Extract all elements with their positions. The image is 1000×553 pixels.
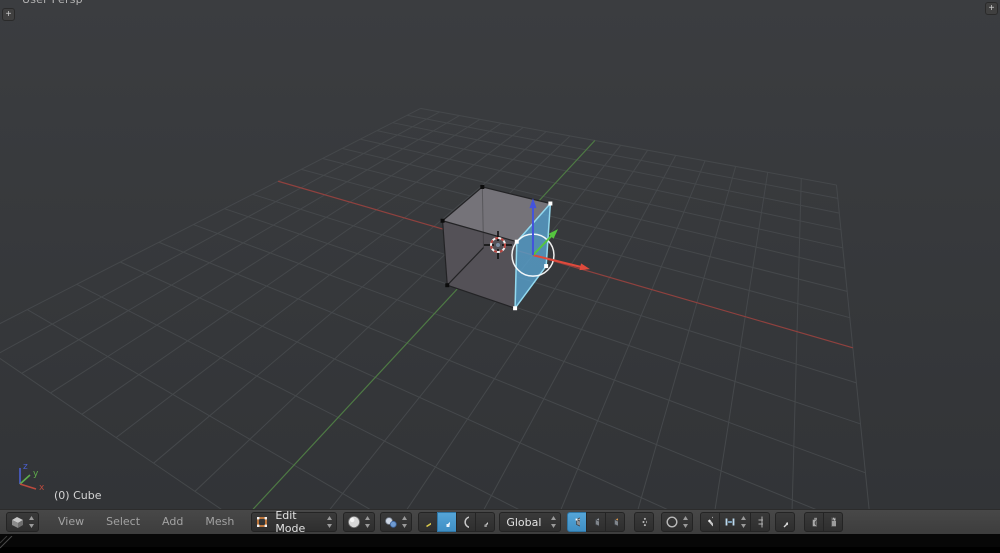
expand-toolshelf-button[interactable]: + <box>2 8 15 21</box>
opengl-render-image-button[interactable] <box>804 512 824 532</box>
vertex-select-icon <box>574 515 580 529</box>
select-mode-edge-button[interactable] <box>586 512 606 532</box>
expand-properties-button[interactable]: + <box>985 2 998 15</box>
scale-icon <box>482 515 488 529</box>
viewport-shading-dropdown[interactable] <box>343 512 375 532</box>
proportional-editing-dropdown[interactable] <box>661 512 693 532</box>
edge-select-icon <box>593 515 599 529</box>
face-select-icon <box>612 515 618 529</box>
camera-render-icon <box>811 515 817 529</box>
opengl-render-animation-button[interactable] <box>823 512 843 532</box>
viewport-header: ViewSelectAddMesh Edit Mode <box>0 509 1000 534</box>
dropdown-arrows-icon <box>401 515 408 529</box>
view-name-label: User Persp <box>22 0 83 6</box>
3d-viewport[interactable]: zyx User Persp (0) Cube + + <box>0 0 1000 509</box>
mini-axis-z-label: z <box>23 462 28 472</box>
dropdown-arrows-icon <box>364 515 371 529</box>
world-axes <box>241 140 853 509</box>
orientation-label: Global <box>503 516 547 529</box>
grid-floor <box>0 108 917 509</box>
opengl-render-group <box>804 512 843 532</box>
rotate-arc-icon <box>463 515 469 529</box>
menu-view[interactable]: View <box>47 510 95 534</box>
pivot-point-icon <box>384 515 398 529</box>
3d-view-editor-icon <box>10 515 25 529</box>
header-menubar: ViewSelectAddMesh <box>47 510 245 534</box>
automerge-arrows-icon <box>782 515 788 529</box>
snap-group <box>700 512 770 532</box>
mini-axis-x-label: x <box>39 483 45 493</box>
manipulator-group <box>418 512 495 532</box>
automerge-toggle-button[interactable] <box>775 512 795 532</box>
mini-axis-gizmo: zyx <box>20 462 45 493</box>
clapperboard-icon <box>830 515 836 529</box>
dropdown-arrows-icon <box>326 515 333 529</box>
active-object-label: (0) Cube <box>54 489 101 502</box>
transform-orientation-dropdown[interactable]: Global <box>499 512 561 532</box>
viewport-shading-sphere-icon <box>347 515 361 529</box>
dropdown-arrows-icon <box>740 515 747 529</box>
select-mode-group <box>567 512 625 532</box>
snap-toggle-button[interactable] <box>700 512 720 532</box>
editor-type-selector[interactable] <box>6 512 39 532</box>
limit-selection-to-visible-button[interactable] <box>634 512 654 532</box>
proportional-editing-icon <box>665 515 679 529</box>
manipulator-rotate-button[interactable] <box>456 512 476 532</box>
dropdown-arrows-icon <box>550 515 557 529</box>
magnet-icon <box>707 515 713 529</box>
area-corner-grip[interactable] <box>0 536 22 549</box>
menu-mesh[interactable]: Mesh <box>194 510 245 534</box>
absolute-grid-snap-button[interactable] <box>750 512 770 532</box>
dropdown-arrows-icon <box>682 515 689 529</box>
mini-axis-y-label: y <box>33 469 39 479</box>
manipulator-widget-button[interactable] <box>418 512 438 532</box>
occlude-geometry-icon <box>641 515 647 529</box>
manipulator-scale-button[interactable] <box>475 512 495 532</box>
dropdown-arrows-icon <box>28 515 35 529</box>
pivot-point-dropdown[interactable] <box>380 512 412 532</box>
edit-mode-cube-icon <box>255 515 269 529</box>
bottom-editor-strip <box>0 534 1000 547</box>
snap-element-dropdown[interactable] <box>719 512 751 532</box>
menu-select[interactable]: Select <box>95 510 151 534</box>
mode-dropdown[interactable]: Edit Mode <box>251 512 337 532</box>
manipulator-axes-icon <box>425 515 431 529</box>
manipulator-x-arrow <box>579 263 590 270</box>
mode-dropdown-label: Edit Mode <box>272 509 323 535</box>
viewport-scene: zyx <box>0 0 1000 509</box>
snap-increment-icon <box>723 515 737 529</box>
menu-add[interactable]: Add <box>151 510 194 534</box>
manipulator-translate-button[interactable] <box>437 512 457 532</box>
select-mode-face-button[interactable] <box>605 512 625 532</box>
select-mode-vertex-button[interactable] <box>567 512 587 532</box>
translate-arrow-icon <box>444 515 450 529</box>
grid-snap-icon <box>757 515 763 529</box>
